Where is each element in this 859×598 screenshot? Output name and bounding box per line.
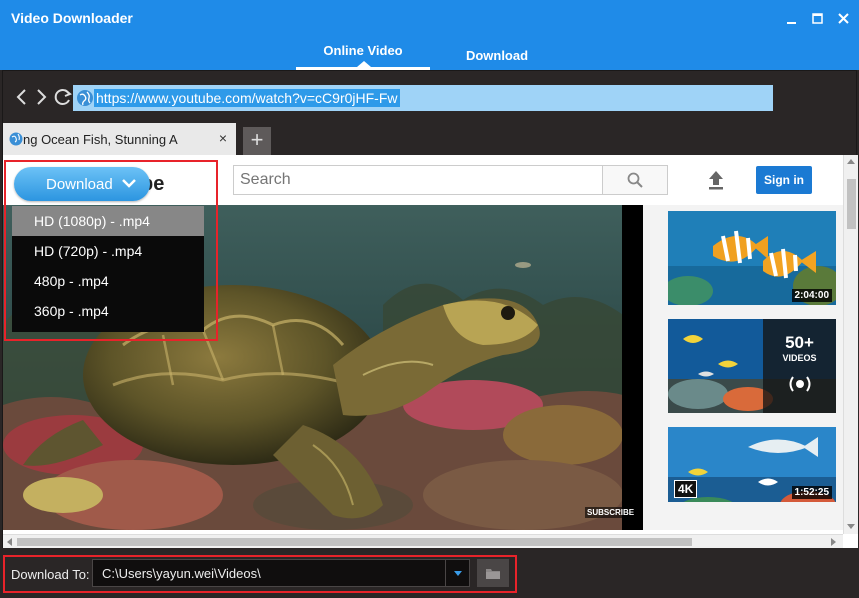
- playlist-overlay: 50+ VIDEOS: [763, 319, 836, 413]
- search-input[interactable]: [234, 166, 602, 194]
- title-bar: Video Downloader Online Video Download: [0, 0, 859, 70]
- scroll-down-icon[interactable]: [847, 524, 855, 529]
- forward-icon[interactable]: [33, 87, 51, 107]
- path-dropdown-arrow-icon[interactable]: [445, 559, 470, 587]
- tab-online-video[interactable]: Online Video: [296, 43, 430, 58]
- minimize-icon[interactable]: [785, 12, 799, 26]
- browser-tabstrip: ng Ocean Fish, Stunning A × +: [3, 123, 858, 155]
- globe-icon: [9, 132, 23, 146]
- download-dropdown-button[interactable]: Download: [14, 167, 150, 201]
- sign-in-button[interactable]: Sign in: [756, 166, 812, 194]
- related-video-thumbnail[interactable]: 2:04:00: [668, 211, 836, 305]
- footer-bar: Download To:: [0, 548, 859, 598]
- globe-icon: [77, 90, 93, 106]
- download-button-label: Download: [46, 175, 113, 193]
- search-icon: [627, 172, 643, 188]
- upload-icon[interactable]: [706, 168, 726, 192]
- maximize-icon[interactable]: [811, 12, 825, 26]
- browser-tab[interactable]: ng Ocean Fish, Stunning A ×: [3, 123, 236, 155]
- url-text[interactable]: https://www.youtube.com/watch?v=cC9r0jHF…: [94, 89, 400, 107]
- video-letterbox: [622, 205, 643, 530]
- folder-icon: [486, 568, 500, 579]
- 4k-badge: 4K: [674, 480, 698, 498]
- close-icon[interactable]: [837, 12, 851, 26]
- quality-option-480p[interactable]: 480p - .mp4: [12, 266, 204, 296]
- video-duration: 2:04:00: [791, 289, 832, 302]
- download-path-field[interactable]: [92, 559, 470, 587]
- horizontal-scrollbar[interactable]: [3, 534, 843, 548]
- scroll-right-icon[interactable]: [831, 538, 836, 546]
- download-to-label: Download To:: [11, 567, 90, 582]
- browser-tab-title: ng Ocean Fish, Stunning A: [23, 131, 178, 147]
- related-videos: 2:04:00 50+ VIDEOS 4K 1:52:25: [643, 205, 843, 530]
- tab-close-icon[interactable]: ×: [216, 131, 230, 145]
- vertical-scrollbar[interactable]: [843, 155, 858, 534]
- download-path-input[interactable]: [93, 560, 443, 586]
- video-duration: 1:52:25: [791, 486, 832, 499]
- playlist-play-icon: [789, 376, 810, 392]
- back-icon[interactable]: [13, 87, 31, 107]
- new-tab-button[interactable]: +: [243, 127, 271, 155]
- search-field[interactable]: [233, 165, 603, 195]
- quality-option-720p[interactable]: HD (720p) - .mp4: [12, 236, 204, 266]
- subscribe-watermark[interactable]: SUBSCRIBE: [585, 507, 637, 518]
- search-button[interactable]: [602, 165, 668, 195]
- chevron-down-icon: [122, 179, 136, 188]
- playlist-count: 50+: [785, 333, 814, 352]
- related-video-thumbnail[interactable]: 4K 1:52:25: [668, 427, 836, 502]
- url-bar[interactable]: https://www.youtube.com/watch?v=cC9r0jHF…: [73, 85, 773, 111]
- horizontal-scroll-thumb[interactable]: [17, 538, 692, 546]
- active-tab-caret: [357, 61, 371, 67]
- download-quality-menu: HD (1080p) - .mp4 HD (720p) - .mp4 480p …: [12, 206, 204, 332]
- related-playlist-thumbnail[interactable]: 50+ VIDEOS: [668, 319, 836, 413]
- browse-folder-button[interactable]: [477, 559, 509, 587]
- app-title: Video Downloader: [11, 10, 133, 26]
- quality-option-360p[interactable]: 360p - .mp4: [12, 296, 204, 326]
- scroll-left-icon[interactable]: [7, 538, 12, 546]
- vertical-scroll-thumb[interactable]: [847, 179, 856, 229]
- playlist-label: VIDEOS: [782, 353, 817, 363]
- reload-icon[interactable]: [53, 87, 72, 107]
- window-controls: [785, 12, 851, 26]
- scroll-up-icon[interactable]: [847, 159, 855, 164]
- tab-download[interactable]: Download: [440, 48, 554, 63]
- quality-option-1080p[interactable]: HD (1080p) - .mp4: [12, 206, 204, 236]
